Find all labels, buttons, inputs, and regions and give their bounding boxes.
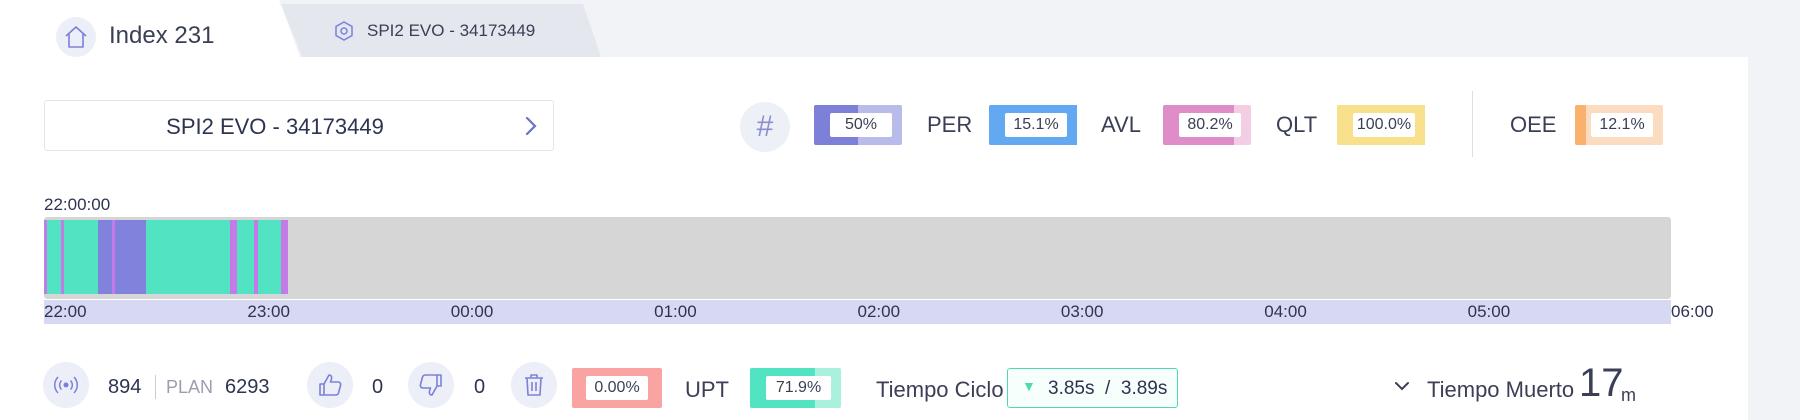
triangle-down-icon: ▼ [1022,378,1036,394]
tab-machine-label: SPI2 EVO - 34173449 [367,21,536,40]
qlt-kpi: 100.0% [1337,105,1425,145]
timeline-segment-run[interactable] [237,220,255,294]
timeline-segment-run[interactable] [145,220,231,294]
main-panel: SPI2 EVO - 34173449 # 50% PER 15.1% AVL … [0,57,1748,420]
timeline-tick-label: 04:00 [1264,302,1307,321]
home-icon[interactable] [56,17,96,57]
timeline-tick-label: 01:00 [654,302,697,321]
timeline-segment-run[interactable] [257,220,282,294]
chevron-down-icon[interactable] [1394,378,1410,394]
signal-icon [43,362,89,408]
tab-machine[interactable]: SPI2 EVO - 34173449 [281,4,601,57]
cycle-time-label: Tiempo Ciclo [876,377,1004,402]
tab-bar: Index 231 SPI2 EVO - 34173449 [0,0,1800,57]
cycle-time-box: ▼ 3.85s / 3.89s [1007,368,1178,408]
per-kpi: 15.1% [989,105,1077,145]
trash-icon[interactable] [511,362,557,408]
timeline-segment-run[interactable] [47,220,61,294]
avl-kpi: 80.2% [1163,105,1251,145]
timeline-tick-label: 02:00 [857,302,901,321]
timeline-tick-label: 23:00 [247,302,290,321]
timeline-segment-stop[interactable] [230,220,238,294]
timeline-tick-label: 22:00 [44,302,87,321]
good-count: 0 [372,376,384,398]
timeline-tick-label: 03:00 [1060,302,1104,321]
per-kpi-value: 15.1% [1005,113,1067,137]
avl-kpi-value: 80.2% [1179,113,1241,137]
machine-selector-label: SPI2 EVO - 34173449 [166,114,384,139]
tab-home[interactable]: Index 231 [0,0,300,57]
produced-count: 894 [108,376,142,398]
dead-time-label: Tiempo Muerto [1427,377,1575,402]
scrap-kpi-value: 0.00% [586,376,648,400]
timeline-segment-stop[interactable] [281,220,289,294]
upt-kpi: 71.9% [750,368,841,408]
home-title: Index 231 [109,22,215,49]
timeline-segment-run[interactable] [64,220,99,294]
thumbs-up-icon[interactable] [307,362,353,408]
dead-time-unit: m [1621,385,1636,405]
hash-icon[interactable]: # [740,102,790,152]
oee-kpi: 12.1% [1575,105,1663,145]
qlt-label: QLT [1276,112,1318,137]
count-kpi: 50% [814,105,902,145]
upt-kpi-value: 71.9% [766,376,831,400]
plan-label: PLAN [166,377,214,397]
bad-count: 0 [474,376,486,398]
oee-label: OEE [1510,112,1557,137]
count-kpi-value: 50% [830,113,892,137]
thumbs-down-icon[interactable] [408,362,454,408]
produced-divider [155,375,156,399]
machine-selector[interactable]: SPI2 EVO - 34173449 [44,100,554,151]
timeline-tick-label: 05:00 [1467,302,1511,321]
qlt-kpi-value: 100.0% [1353,113,1415,137]
plan-value: 6293 [225,376,270,398]
per-label: PER [927,112,973,137]
timeline-start-time: 22:00:00 [44,195,111,214]
upt-label: UPT [685,377,729,402]
timeline-tick-label: 06:00 [1671,302,1714,321]
hexagon-icon [335,21,353,41]
oee-kpi-value: 12.1% [1591,113,1653,137]
timeline-bar[interactable] [44,217,1671,299]
oee-kpi-fill [1575,105,1586,145]
chevron-right-icon[interactable] [523,115,539,137]
timeline-segment-setup[interactable] [115,220,146,294]
kpi-divider [1472,91,1473,157]
avl-label: AVL [1101,112,1141,137]
scrap-kpi: 0.00% [572,368,662,408]
cycle-time-value: 3.85s / 3.89s [1048,378,1168,399]
timeline-tick-label: 00:00 [450,302,494,321]
dead-time-value: 17 [1579,361,1624,405]
timeline-segment-setup[interactable] [98,220,112,294]
